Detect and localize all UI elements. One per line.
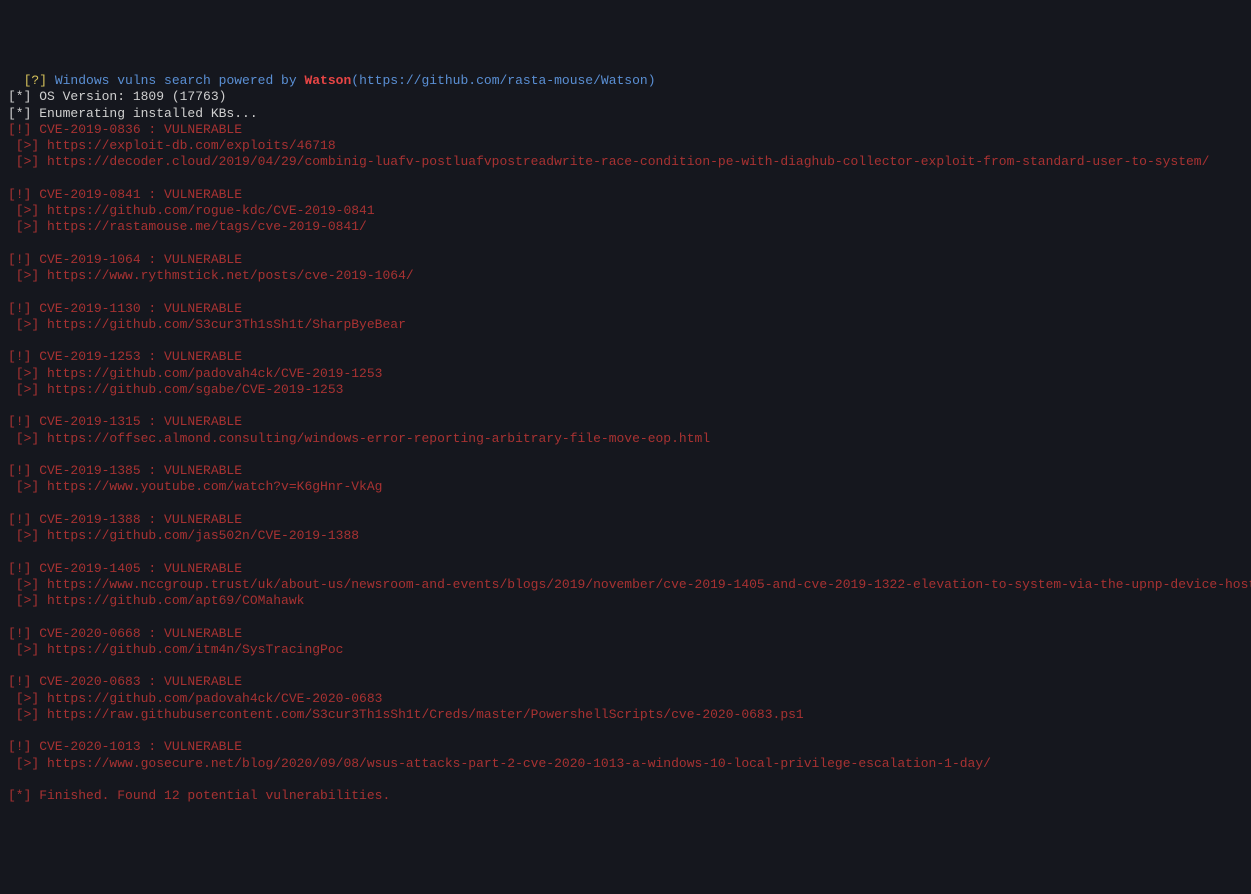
vuln-header-text: [!] CVE-2020-1013 : VULNERABLE [8,739,242,754]
vuln-header-10: [!] CVE-2020-0683 : VULNERABLE [8,674,1243,690]
vuln-link-11-0: [>] https://www.gosecure.net/blog/2020/0… [8,756,1243,772]
vuln-header-7: [!] CVE-2019-1388 : VULNERABLE [8,512,1243,528]
header-line: [?] Windows vulns search powered by Wats… [8,73,1243,89]
info-text: [*] Enumerating installed KBs... [8,106,258,121]
vuln-header-8: [!] CVE-2019-1405 : VULNERABLE [8,561,1243,577]
blank-line [8,447,1243,463]
blank-line [8,236,1243,252]
vuln-link-text: [>] https://github.com/jas502n/CVE-2019-… [8,528,359,543]
vuln-link-8-1: [>] https://github.com/apt69/COMahawk [8,593,1243,609]
vuln-link-text: [>] https://www.rythmstick.net/posts/cve… [8,268,414,283]
vuln-link-text: [>] https://raw.githubusercontent.com/S3… [8,707,804,722]
vuln-link-text: [>] https://www.nccgroup.trust/uk/about-… [8,577,1251,592]
blank-line [8,171,1243,187]
vuln-link-text: [>] https://github.com/sgabe/CVE-2019-12… [8,382,343,397]
vuln-link-8-0: [>] https://www.nccgroup.trust/uk/about-… [8,577,1243,593]
vuln-link-text: [>] https://github.com/padovah4ck/CVE-20… [8,366,382,381]
vuln-link-text: [>] https://github.com/itm4n/SysTracingP… [8,642,343,657]
blank-line [8,772,1243,788]
vuln-header-text: [!] CVE-2019-0841 : VULNERABLE [8,187,242,202]
footer-text: [*] Finished. Found 12 potential vulnera… [8,788,390,803]
vuln-header-text: [!] CVE-2020-0683 : VULNERABLE [8,674,242,689]
vuln-header-9: [!] CVE-2020-0668 : VULNERABLE [8,626,1243,642]
blank-line [8,496,1243,512]
vuln-link-0-0: [>] https://exploit-db.com/exploits/4671… [8,138,1243,154]
vuln-header-text: [!] CVE-2019-1315 : VULNERABLE [8,414,242,429]
vuln-header-text: [!] CVE-2020-0668 : VULNERABLE [8,626,242,641]
blank-line [8,723,1243,739]
info-line-1: [*] Enumerating installed KBs... [8,106,1243,122]
blank-line [8,333,1243,349]
vuln-link-text: [>] https://rastamouse.me/tags/cve-2019-… [8,219,367,234]
blank-line [8,398,1243,414]
vuln-link-text: [>] https://github.com/apt69/COMahawk [8,593,304,608]
blank-line [8,658,1243,674]
vuln-header-3: [!] CVE-2019-1130 : VULNERABLE [8,301,1243,317]
vuln-header-text: [!] CVE-2019-1064 : VULNERABLE [8,252,242,267]
vuln-header-text: [!] CVE-2019-1405 : VULNERABLE [8,561,242,576]
vuln-link-text: [>] https://www.youtube.com/watch?v=K6gH… [8,479,382,494]
blank-line [8,609,1243,625]
info-text: [*] OS Version: 1809 (17763) [8,89,226,104]
vuln-link-4-0: [>] https://github.com/padovah4ck/CVE-20… [8,366,1243,382]
vuln-header-5: [!] CVE-2019-1315 : VULNERABLE [8,414,1243,430]
vuln-link-4-1: [>] https://github.com/sgabe/CVE-2019-12… [8,382,1243,398]
blank-line [8,544,1243,560]
header-url: (https://github.com/rasta-mouse/Watson) [351,73,655,88]
vuln-link-text: [>] https://github.com/rogue-kdc/CVE-201… [8,203,375,218]
vuln-header-6: [!] CVE-2019-1385 : VULNERABLE [8,463,1243,479]
vuln-link-0-1: [>] https://decoder.cloud/2019/04/29/com… [8,154,1243,170]
vuln-link-1-0: [>] https://github.com/rogue-kdc/CVE-201… [8,203,1243,219]
header-prefix: [?] [8,73,55,88]
header-tool: Watson [304,73,351,88]
vuln-link-text: [>] https://offsec.almond.consulting/win… [8,431,710,446]
vuln-link-text: [>] https://decoder.cloud/2019/04/29/com… [8,154,1209,169]
vuln-header-4: [!] CVE-2019-1253 : VULNERABLE [8,349,1243,365]
blank-line [8,284,1243,300]
header-title: Windows vulns search powered by [55,73,305,88]
vuln-header-1: [!] CVE-2019-0841 : VULNERABLE [8,187,1243,203]
terminal-output: [?] Windows vulns search powered by Wats… [8,73,1243,804]
vuln-header-text: [!] CVE-2019-0836 : VULNERABLE [8,122,242,137]
vuln-link-text: [>] https://github.com/padovah4ck/CVE-20… [8,691,382,706]
vuln-link-1-1: [>] https://rastamouse.me/tags/cve-2019-… [8,219,1243,235]
vuln-link-10-0: [>] https://github.com/padovah4ck/CVE-20… [8,691,1243,707]
vuln-header-text: [!] CVE-2019-1388 : VULNERABLE [8,512,242,527]
vuln-link-3-0: [>] https://github.com/S3cur3Th1sSh1t/Sh… [8,317,1243,333]
vuln-header-text: [!] CVE-2019-1385 : VULNERABLE [8,463,242,478]
vuln-link-text: [>] https://github.com/S3cur3Th1sSh1t/Sh… [8,317,406,332]
vuln-link-10-1: [>] https://raw.githubusercontent.com/S3… [8,707,1243,723]
vuln-link-2-0: [>] https://www.rythmstick.net/posts/cve… [8,268,1243,284]
vuln-header-text: [!] CVE-2019-1253 : VULNERABLE [8,349,242,364]
vuln-link-9-0: [>] https://github.com/itm4n/SysTracingP… [8,642,1243,658]
vuln-link-text: [>] https://www.gosecure.net/blog/2020/0… [8,756,991,771]
footer-line: [*] Finished. Found 12 potential vulnera… [8,788,1243,804]
vuln-link-7-0: [>] https://github.com/jas502n/CVE-2019-… [8,528,1243,544]
vuln-link-6-0: [>] https://www.youtube.com/watch?v=K6gH… [8,479,1243,495]
vuln-header-2: [!] CVE-2019-1064 : VULNERABLE [8,252,1243,268]
vuln-link-5-0: [>] https://offsec.almond.consulting/win… [8,431,1243,447]
vuln-link-text: [>] https://exploit-db.com/exploits/4671… [8,138,336,153]
vuln-header-text: [!] CVE-2019-1130 : VULNERABLE [8,301,242,316]
vuln-header-11: [!] CVE-2020-1013 : VULNERABLE [8,739,1243,755]
vuln-header-0: [!] CVE-2019-0836 : VULNERABLE [8,122,1243,138]
info-line-0: [*] OS Version: 1809 (17763) [8,89,1243,105]
